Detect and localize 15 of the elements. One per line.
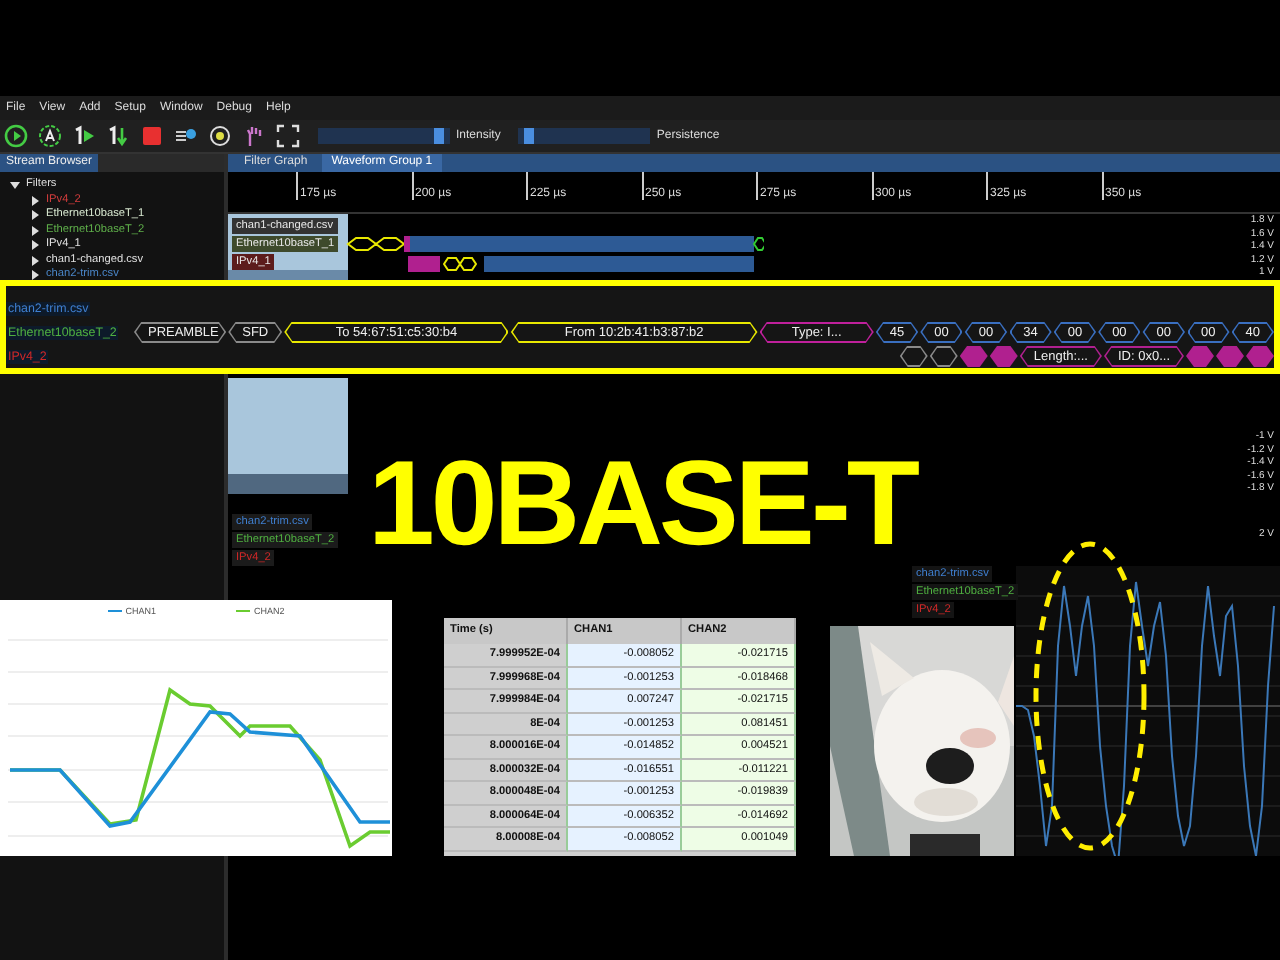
analog-waveform-drawing (228, 378, 348, 494)
slider-track[interactable] (318, 128, 450, 144)
hand-icon[interactable] (242, 124, 266, 148)
target-icon[interactable] (208, 124, 232, 148)
auto-trigger-icon[interactable] (38, 124, 62, 148)
play-icon[interactable] (4, 124, 28, 148)
force-trigger-icon[interactable] (106, 124, 130, 148)
slider-track[interactable] (518, 128, 651, 144)
slider-thumb[interactable] (523, 128, 534, 144)
expanded-caret-icon[interactable] (10, 180, 20, 191)
fullscreen-icon[interactable] (276, 124, 300, 148)
stop-icon[interactable] (140, 124, 164, 148)
headline: 10BASE-T (368, 444, 917, 564)
slider-thumb[interactable] (433, 128, 444, 144)
single-trigger-icon[interactable] (72, 124, 96, 148)
